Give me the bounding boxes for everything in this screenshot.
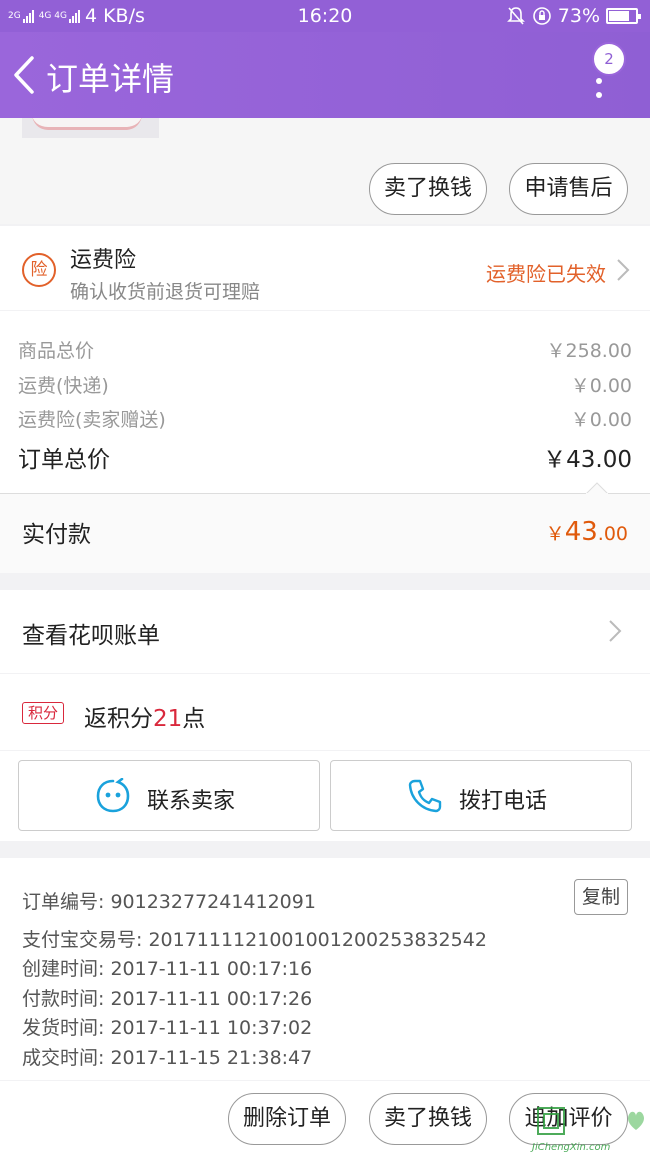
rotation-lock-icon bbox=[532, 7, 551, 25]
more-menu-button[interactable]: 2 bbox=[584, 40, 628, 110]
back-arrow-icon[interactable] bbox=[8, 52, 38, 98]
watermark-leaf-icon bbox=[628, 1111, 644, 1130]
order-total-label: 订单总价 bbox=[18, 447, 110, 473]
alipay-trade-number: 支付宝交易号: 2017111121001001200253832542 bbox=[22, 929, 487, 951]
shipped-time: 发货时间: 2017-11-11 10:37:02 bbox=[22, 1017, 313, 1039]
mute-bell-icon bbox=[506, 7, 525, 25]
order-number: 订单编号: 90123277241412091 bbox=[22, 891, 316, 913]
price-value: ￥0.00 bbox=[570, 409, 632, 431]
contact-seller-button[interactable]: 联系卖家 bbox=[18, 760, 320, 831]
points-count: 21 bbox=[153, 706, 183, 732]
more-dot bbox=[596, 78, 602, 84]
amount-integer: 43 bbox=[564, 517, 598, 547]
price-label: 运费(快递) bbox=[18, 375, 109, 397]
pointer-notch bbox=[586, 482, 608, 494]
points-text: 返积分21点 bbox=[84, 699, 205, 733]
site-watermark: JiChengXin.com bbox=[532, 1100, 650, 1155]
message-count-badge: 2 bbox=[592, 42, 626, 76]
call-phone-label: 拨打电话 bbox=[459, 789, 548, 814]
delete-order-button[interactable]: 删除订单 bbox=[228, 1093, 346, 1145]
insurance-title: 运费险 bbox=[70, 248, 137, 273]
sell-for-cash-button-bottom[interactable]: 卖了换钱 bbox=[369, 1093, 487, 1145]
sell-for-cash-button[interactable]: 卖了换钱 bbox=[369, 163, 487, 215]
nav-bar: 订单详情 2 bbox=[0, 32, 650, 118]
status-right: 73% bbox=[506, 5, 641, 27]
price-value: ￥258.00 bbox=[546, 340, 632, 362]
product-card: 卖了换钱 申请售后 bbox=[0, 118, 650, 224]
insurance-subtitle: 确认收货前退货可理赔 bbox=[70, 281, 261, 303]
product-image[interactable] bbox=[22, 118, 159, 138]
page-title: 订单详情 bbox=[46, 60, 175, 98]
points-prefix: 返积分 bbox=[84, 706, 153, 732]
watermark-text: JiChengXin.com bbox=[532, 1142, 611, 1153]
status-bar: 2G 4G 4G 4 KB/s 16:20 73% bbox=[0, 0, 650, 32]
currency-symbol: ￥ bbox=[545, 523, 565, 545]
price-label: 运费险(卖家赠送) bbox=[18, 409, 166, 431]
chevron-right-icon bbox=[617, 259, 630, 281]
huabei-bill-label: 查看花呗账单 bbox=[22, 623, 160, 649]
price-value: ￥0.00 bbox=[570, 375, 632, 397]
battery-icon bbox=[606, 8, 641, 24]
order-total-value: ￥43.00 bbox=[543, 447, 632, 473]
phone-icon bbox=[408, 779, 442, 813]
call-phone-button[interactable]: 拨打电话 bbox=[330, 760, 632, 831]
points-tag: 积分 bbox=[22, 702, 64, 724]
contact-seller-label: 联系卖家 bbox=[147, 789, 236, 814]
amount-decimal: .00 bbox=[597, 523, 628, 545]
completed-time: 成交时间: 2017-11-15 21:38:47 bbox=[22, 1047, 313, 1069]
points-suffix: 点 bbox=[182, 706, 206, 732]
insurance-icon: 险 bbox=[22, 253, 56, 287]
actual-paid-value: ￥43.00 bbox=[546, 517, 628, 547]
chevron-right-icon bbox=[609, 620, 622, 642]
actual-paid-label: 实付款 bbox=[22, 522, 91, 548]
watermark-logo-icon bbox=[537, 1107, 565, 1135]
chat-face-icon bbox=[96, 778, 130, 813]
paid-time: 付款时间: 2017-11-11 00:17:26 bbox=[22, 988, 313, 1010]
battery-percent: 73% bbox=[557, 5, 600, 27]
copy-button[interactable]: 复制 bbox=[574, 879, 628, 915]
insurance-status: 运费险已失效 bbox=[486, 262, 606, 286]
apply-aftersale-button[interactable]: 申请售后 bbox=[509, 163, 628, 215]
created-time: 创建时间: 2017-11-11 00:17:16 bbox=[22, 958, 313, 980]
more-dot bbox=[596, 92, 602, 98]
price-label: 商品总价 bbox=[18, 340, 95, 362]
